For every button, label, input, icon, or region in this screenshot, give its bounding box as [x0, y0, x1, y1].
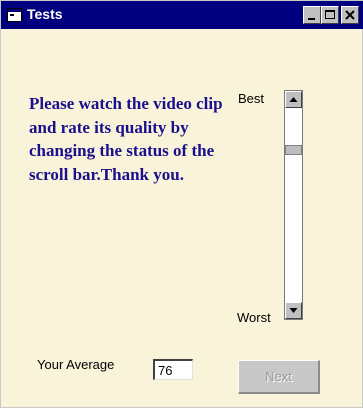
minimize-button[interactable]: [303, 6, 321, 24]
tests-window: Tests Please watch the video clip and ra…: [0, 0, 363, 408]
scroll-down-button[interactable]: [285, 302, 302, 319]
app-window-icon[interactable]: [7, 8, 22, 22]
instructions-text: Please watch the video clip and rate its…: [29, 94, 223, 184]
scroll-down-arrow-icon: [289, 308, 298, 313]
average-field[interactable]: 76: [153, 359, 193, 380]
maximize-button[interactable]: [321, 6, 339, 24]
next-button[interactable]: Next: [238, 360, 320, 394]
rating-worst-label: Worst: [237, 310, 271, 325]
scroll-thumb[interactable]: [285, 145, 302, 155]
scroll-track[interactable]: [285, 108, 302, 302]
rating-best-label: Best: [238, 91, 265, 106]
minimize-icon: [308, 18, 315, 20]
rating-scrollbar[interactable]: [284, 90, 303, 320]
close-icon: [345, 10, 355, 20]
average-label: Your Average: [37, 357, 115, 372]
close-button[interactable]: [341, 6, 359, 24]
window-content: Please watch the video clip and rate its…: [1, 29, 363, 409]
scroll-up-button[interactable]: [285, 91, 302, 108]
scroll-up-arrow-icon: [289, 97, 298, 102]
window-title: Tests: [27, 6, 63, 22]
maximize-icon: [325, 10, 335, 19]
title-bar[interactable]: Tests: [1, 1, 363, 29]
